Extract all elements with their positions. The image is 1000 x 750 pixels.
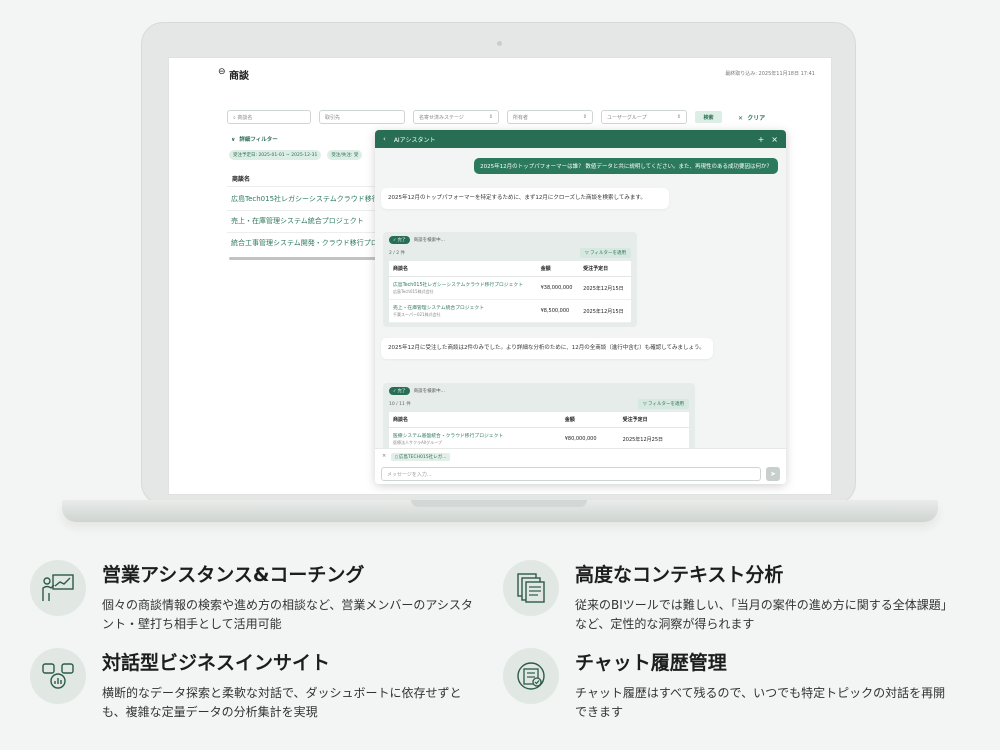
feature-description: 従来のBIツールでは難しい、「当月の案件の進め方に関する全体課題」など、定性的な… bbox=[575, 598, 953, 632]
clear-button[interactable]: ✕ クリア bbox=[738, 113, 765, 122]
assistant-message: 2025年12月のトップパフォーマーを特定するために、まず12月にクローズした商… bbox=[381, 188, 669, 209]
chevron-down-icon: ∨ bbox=[231, 137, 236, 143]
filter-chip-status[interactable]: 受注/失注: 受 bbox=[327, 150, 363, 160]
result-count: 2 / 2 件 bbox=[389, 251, 406, 256]
deal-name-input[interactable]: ⌕ 商談名 bbox=[227, 110, 311, 124]
company-name: 広島Tech015株式会社 bbox=[393, 289, 434, 294]
feature-title: チャット履歴管理 bbox=[575, 652, 727, 674]
chevron-updown-icon: ⇕ bbox=[488, 114, 493, 120]
search-result-card: ✓ 完了 商談を検索中... 10 / 11 件 ▽ フィルターを適用 商談名 … bbox=[383, 383, 695, 448]
presentation-chart-icon bbox=[30, 560, 86, 616]
laptop-notch bbox=[411, 500, 587, 507]
company-name: 医療法人サクラAIIグループ bbox=[393, 440, 442, 445]
send-button[interactable]: ➤ bbox=[766, 467, 780, 481]
chat-thread[interactable]: 2025年12月のトップパフォーマーは誰？ 数値データと共に説明してください。ま… bbox=[375, 148, 786, 448]
documents-icon bbox=[503, 560, 559, 616]
remove-reference-icon[interactable]: × bbox=[382, 453, 386, 459]
deal-link[interactable]: 統合工事管理システム開発・クラウド移行プロ bbox=[231, 238, 375, 248]
back-icon[interactable]: ‹ bbox=[383, 135, 386, 143]
column-header: 商談名 bbox=[389, 412, 561, 428]
app-header: ⊖ 商談 最終取り込み: 2025年11月18日 17:41 bbox=[169, 58, 831, 92]
user-message: 2025年12月のトップパフォーマーは誰？ 数値データと共に説明してください。ま… bbox=[474, 158, 778, 174]
close-icon[interactable]: × bbox=[771, 135, 778, 144]
laptop-screen: ⊖ 商談 最終取り込み: 2025年11月18日 17:41 ⌕ 商談名 取引先… bbox=[168, 57, 832, 495]
stage-select[interactable]: 名寄せ済みステージ ⇕ bbox=[413, 110, 499, 124]
tool-action-label: 商談を検索中... bbox=[413, 238, 445, 243]
result-table: 商談名 金額 受注予定日 広島Tech015社レガシーシステムクラウド移行プロジ… bbox=[389, 261, 631, 323]
feature-title: 営業アシスタンス&コーチング bbox=[102, 564, 365, 586]
message-input[interactable]: メッセージを入力... bbox=[381, 467, 761, 481]
page-title: 商談 bbox=[229, 71, 249, 82]
amount-cell: ¥38,000,000 bbox=[536, 276, 580, 300]
assistant-message: 2025年12月に受注した商談は2件のみでした。より詳細な分析のために、12月の… bbox=[381, 338, 713, 359]
chevron-updown-icon: ⇕ bbox=[676, 114, 681, 120]
tool-action-label: 商談を検索中... bbox=[413, 389, 445, 394]
horizontal-scrollbar[interactable] bbox=[229, 257, 377, 260]
column-header: 金額 bbox=[536, 261, 580, 277]
table-row[interactable]: 医療システム基盤統合・クラウド移行プロジェクト 医療法人サクラAIIグループ ¥8… bbox=[389, 427, 689, 448]
chevron-updown-icon: ⇕ bbox=[582, 114, 587, 120]
search-icon: ⌕ bbox=[233, 114, 236, 121]
filter-chip-date[interactable]: 受注予定日: 2025-01-01 ~ 2025-12-31 bbox=[229, 150, 322, 160]
ai-panel-title: AIアシスタント bbox=[393, 136, 436, 144]
date-cell: 2025年12月15日 bbox=[579, 299, 631, 323]
status-badge: ✓ 完了 bbox=[389, 236, 410, 244]
table-row[interactable]: 広島Tech015社レガシーシステムクラウド移行プロジェクト 広島Tech015株… bbox=[389, 276, 631, 300]
active-filter-chips: 受注予定日: 2025-01-01 ~ 2025-12-31 受注/失注: 受 bbox=[229, 150, 363, 160]
date-cell: 2025年12月25日 bbox=[618, 427, 689, 448]
status-badge: ✓ 完了 bbox=[389, 387, 410, 395]
feature-description: 横断的なデータ探索と柔軟な対話で、ダッシュボートに依存せずとも、複雑な定量データ… bbox=[102, 686, 462, 720]
detail-filter-toggle[interactable]: ∨ 詳細フィルター bbox=[231, 135, 278, 143]
result-table: 商談名 金額 受注予定日 医療システム基盤統合・クラウド移行プロジェクト 医療法人… bbox=[389, 412, 689, 448]
owner-select[interactable]: 所有者 ⇕ bbox=[507, 110, 593, 124]
customer-input[interactable]: 取引先 bbox=[319, 110, 405, 124]
divider bbox=[227, 210, 377, 211]
deal-link[interactable]: 広島Tech015社レガシーシステムクラウド移行プロジェクト bbox=[393, 281, 533, 288]
composer: × ▯ 広島TECH015社レガ... メッセージを入力... ➤ bbox=[375, 448, 786, 484]
apply-filter-button[interactable]: ▽ フィルターを適用 bbox=[580, 248, 631, 258]
column-header: 受注予定日 bbox=[579, 261, 631, 277]
feature-title: 対話型ビジネスインサイト bbox=[102, 652, 331, 674]
date-cell: 2025年12月15日 bbox=[579, 276, 631, 300]
plus-icon[interactable]: + bbox=[758, 135, 765, 144]
user-group-select[interactable]: ユーザーグループ ⇕ bbox=[601, 110, 687, 124]
send-icon: ➤ bbox=[770, 470, 776, 478]
document-icon: ▯ bbox=[395, 455, 398, 460]
last-updated: 最終取り込み: 2025年11月18日 17:41 bbox=[725, 71, 815, 77]
filter-bar: ⌕ 商談名 取引先 名寄せ済みステージ ⇕ 所有者 ⇕ ユーザーグループ ⇕ 検… bbox=[227, 110, 765, 124]
dialogue-analytics-icon bbox=[30, 648, 86, 704]
divider bbox=[227, 186, 377, 187]
chat-history-icon bbox=[503, 648, 559, 704]
ai-panel-header: ‹ AIアシスタント + × bbox=[375, 130, 786, 148]
close-icon: ✕ bbox=[738, 114, 744, 122]
filter-icon: ▽ bbox=[643, 402, 647, 407]
reference-chip[interactable]: ▯ 広島TECH015社レガ... bbox=[391, 453, 451, 461]
company-name: 千葉スーパー021株式会社 bbox=[393, 312, 441, 317]
amount-cell: ¥8,500,000 bbox=[536, 299, 580, 323]
feature-description: チャット履歴はすべて残るので、いつでも特定トピックの対話を再開できます bbox=[575, 686, 946, 720]
deal-link[interactable]: 売上・在庫管理システム統合プロジェクト bbox=[393, 304, 533, 311]
search-button[interactable]: 検索 bbox=[695, 111, 722, 123]
table-row[interactable]: 売上・在庫管理システム統合プロジェクト 千葉スーパー021株式会社 ¥8,500,… bbox=[389, 299, 631, 323]
column-header: 商談名 bbox=[389, 261, 537, 277]
feature-description: 個々の商談情報の検索や進め方の相談など、営業メンバーのアシスタント・壁打ち相手と… bbox=[102, 598, 473, 632]
camera-dot bbox=[497, 41, 502, 46]
briefcase-icon: ⊖ bbox=[218, 67, 226, 77]
deal-link[interactable]: 広島Tech015社レガシーシステムクラウド移行 bbox=[231, 194, 375, 204]
amount-cell: ¥80,000,000 bbox=[560, 427, 619, 448]
search-result-card: ✓ 完了 商談を検索中... 2 / 2 件 ▽ フィルターを適用 商談名 金額… bbox=[383, 232, 637, 327]
filter-icon: ▽ bbox=[585, 251, 589, 256]
deal-link[interactable]: 売上・在庫管理システム統合プロジェクト bbox=[231, 216, 375, 226]
result-count: 10 / 11 件 bbox=[389, 402, 411, 407]
laptop-frame: ⊖ 商談 最終取り込み: 2025年11月18日 17:41 ⌕ 商談名 取引先… bbox=[141, 22, 856, 505]
ai-assistant-panel: ‹ AIアシスタント + × 2025年12月のトップパフォーマーは誰？ 数値デ… bbox=[375, 130, 786, 484]
divider bbox=[227, 232, 377, 233]
column-header: 金額 bbox=[560, 412, 619, 428]
deal-link[interactable]: 医療システム基盤統合・クラウド移行プロジェクト bbox=[393, 432, 557, 439]
deal-column-header[interactable]: 商談名 bbox=[232, 174, 250, 183]
apply-filter-button[interactable]: ▽ フィルターを適用 bbox=[638, 399, 689, 409]
column-header: 受注予定日 bbox=[618, 412, 689, 428]
feature-title: 高度なコンテキスト分析 bbox=[575, 564, 784, 586]
